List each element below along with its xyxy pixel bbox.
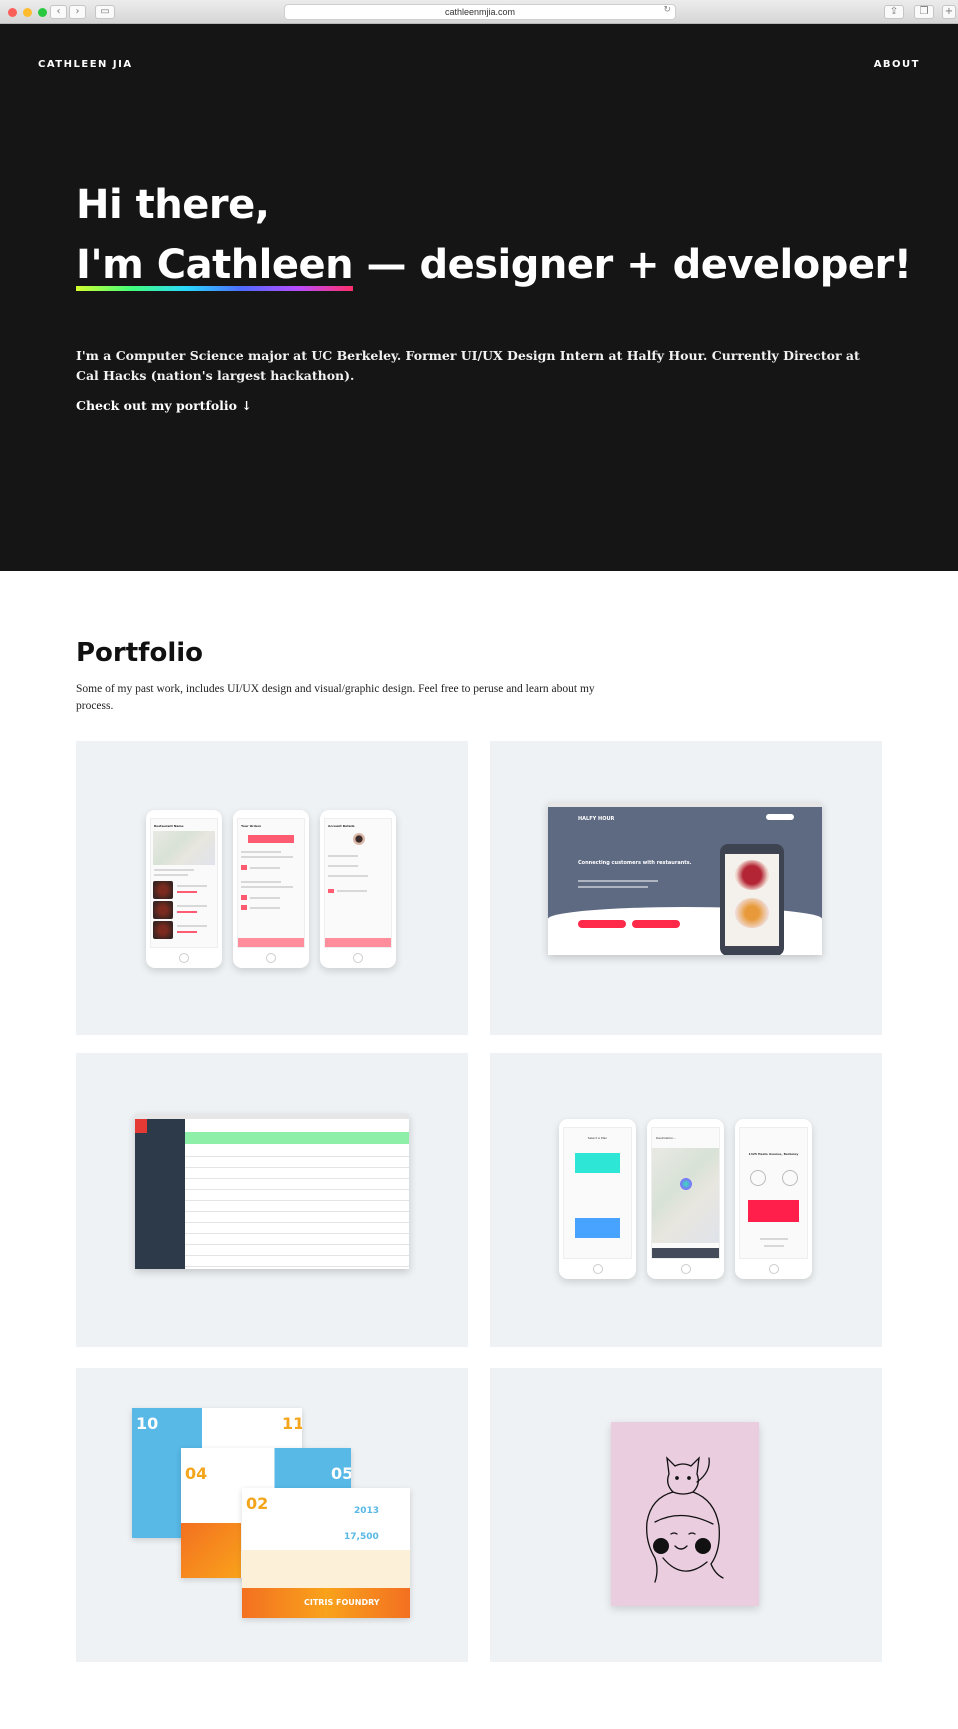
- table-row: [185, 1178, 409, 1179]
- portfolio-card-citris[interactable]: 10 11 04 05 02 2013 17,500 CITRIS FOUNDR…: [76, 1368, 468, 1662]
- food-image: [153, 881, 173, 899]
- sidebar-icon: ▭: [100, 6, 110, 17]
- hero-greeting: Hi there,: [76, 182, 270, 228]
- phone-mockup: 1325 Haste Avenue, Berkeley: [735, 1119, 812, 1279]
- table-row: [185, 1189, 409, 1190]
- phone-mockup: Your Orders: [233, 810, 309, 968]
- hero-tagline: — designer + developer!: [353, 242, 912, 288]
- chevron-right-icon: ›: [75, 6, 80, 17]
- table-row: [185, 1200, 409, 1201]
- brand-link[interactable]: CATHLEEN JIA: [38, 59, 133, 70]
- screen-title: Account Details: [328, 824, 355, 828]
- forward-button[interactable]: ›: [69, 5, 86, 19]
- table-row: [185, 1156, 409, 1157]
- screen-title: Select A Plan: [587, 1136, 608, 1140]
- window-controls: [8, 8, 47, 17]
- browser-toolbar: ‹ › ▭ cathleenmjia.com ↻ ⇪ ❐ +: [0, 0, 958, 24]
- table-row: [185, 1233, 409, 1234]
- avatar: [353, 833, 365, 845]
- food-image: [153, 901, 173, 919]
- illustration-image: [611, 1422, 759, 1606]
- share-button[interactable]: ⇪: [884, 5, 904, 19]
- table-row: [185, 1255, 409, 1256]
- zoom-window-button[interactable]: [38, 8, 47, 17]
- table-row: [185, 1167, 409, 1168]
- tabs-button[interactable]: ❐: [914, 5, 934, 19]
- screen-title: Restaurant Name: [154, 824, 184, 828]
- chevron-left-icon: ‹: [56, 6, 61, 17]
- table-row: [185, 1244, 409, 1245]
- portfolio-title: Portfolio: [76, 638, 204, 668]
- table-row: [185, 1211, 409, 1212]
- screen-title: 1325 Haste Avenue, Berkeley: [748, 1152, 799, 1156]
- website-headline: Connecting customers with restaurants.: [578, 860, 692, 866]
- dashboard-mockup: [135, 1114, 409, 1269]
- portfolio-card-halfy-web[interactable]: HALFY HOUR Connecting customers with res…: [490, 741, 882, 1035]
- portfolio-card-halfy-app[interactable]: Restaurant Name Your Orders Account Deta…: [76, 741, 468, 1035]
- portfolio-card-dashboard[interactable]: [76, 1053, 468, 1347]
- reload-icon[interactable]: ↻: [663, 5, 671, 15]
- table-row: [185, 1222, 409, 1223]
- food-image: [153, 921, 173, 939]
- screen-title: Your Orders: [241, 824, 262, 828]
- about-link[interactable]: ABOUT: [874, 59, 920, 70]
- portfolio-link[interactable]: Check out my portfolio ↓: [76, 398, 252, 413]
- back-button[interactable]: ‹: [50, 5, 67, 19]
- map-image: [652, 1148, 719, 1243]
- screen-title: Destination...: [656, 1136, 677, 1140]
- portfolio-card-transport[interactable]: Select A Plan Destination... 1325 Haste …: [490, 1053, 882, 1347]
- hero-headline: I'm Cathleen — designer + developer!: [76, 242, 912, 291]
- phone-mockup: Restaurant Name: [146, 810, 222, 968]
- url-text: cathleenmjia.com: [444, 7, 516, 17]
- infographic-page: 02 2013 17,500 CITRIS FOUNDRY: [242, 1488, 410, 1618]
- share-icon: ⇪: [889, 6, 899, 17]
- website-brand: HALFY HOUR: [578, 816, 615, 822]
- close-window-button[interactable]: [8, 8, 17, 17]
- hero-intro: I'm a Computer Science major at UC Berke…: [76, 348, 860, 383]
- hero-name: I'm Cathleen: [76, 242, 354, 291]
- sidebar-button[interactable]: ▭: [95, 5, 115, 19]
- portfolio-card-illustration[interactable]: [490, 1368, 882, 1662]
- tabs-icon: ❐: [919, 6, 929, 17]
- phone-mockup: Destination...: [647, 1119, 724, 1279]
- cat-girl-drawing: [646, 1456, 724, 1583]
- phone-mockup: Select A Plan: [559, 1119, 636, 1279]
- address-bar[interactable]: cathleenmjia.com ↻: [284, 4, 676, 20]
- map-image: [153, 831, 215, 865]
- plus-icon: +: [944, 6, 954, 17]
- phone-mockup: Account Details: [320, 810, 396, 968]
- minimize-window-button[interactable]: [23, 8, 32, 17]
- website-mockup: HALFY HOUR Connecting customers with res…: [548, 802, 822, 955]
- new-tab-button[interactable]: +: [942, 5, 956, 19]
- portfolio-description: Some of my past work, includes UI/UX des…: [76, 683, 595, 712]
- hero-section: CATHLEEN JIA ABOUT Hi there, I'm Cathlee…: [0, 24, 958, 571]
- table-row: [185, 1266, 409, 1267]
- citris-logo-text: CITRIS FOUNDRY: [304, 1598, 380, 1607]
